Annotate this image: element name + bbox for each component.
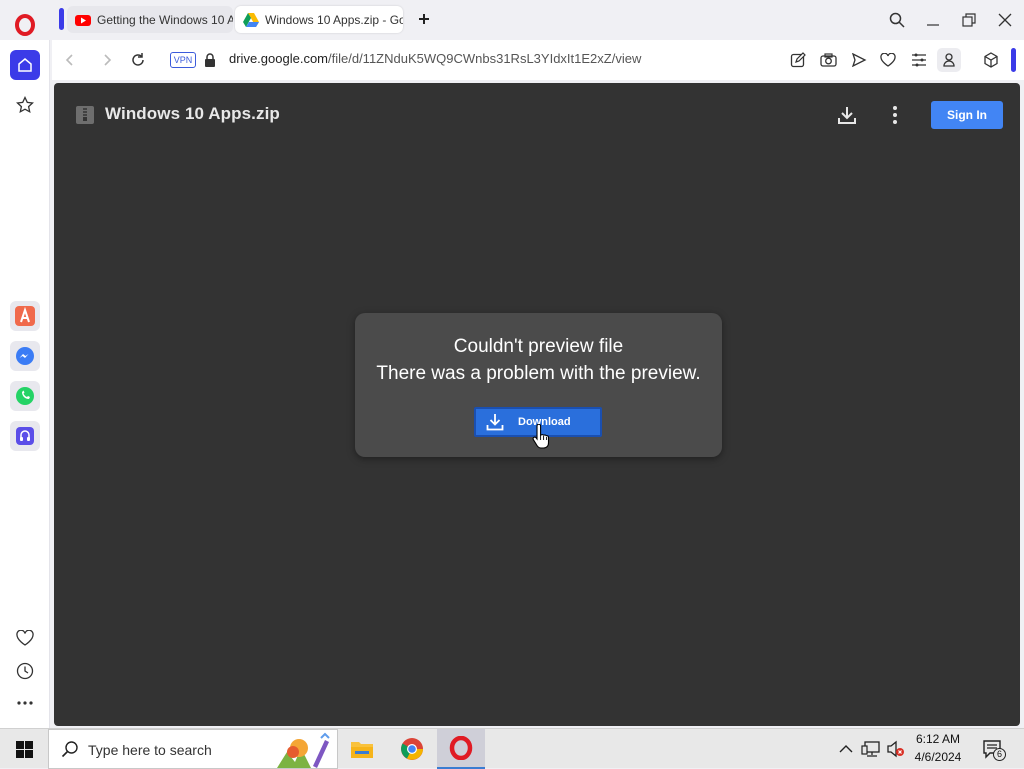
- send-icon[interactable]: [851, 53, 867, 67]
- tab-google-drive[interactable]: Windows 10 Apps.zip - Go: [235, 6, 403, 33]
- sign-in-button[interactable]: Sign In: [931, 101, 1003, 129]
- url-field[interactable]: drive.google.com/file/d/11ZNduK5WQ9CWnbs…: [229, 51, 641, 66]
- search-placeholder: Type here to search: [88, 742, 212, 758]
- messenger-icon[interactable]: [10, 341, 40, 371]
- music-icon[interactable]: [10, 421, 40, 451]
- zip-file-icon: [76, 106, 94, 124]
- download-icon[interactable]: [837, 105, 857, 125]
- taskbar-clock-time[interactable]: 6:12 AM: [908, 732, 968, 746]
- vpn-badge[interactable]: VPN: [170, 52, 196, 68]
- lock-icon[interactable]: [204, 53, 216, 67]
- aria-icon[interactable]: [10, 301, 40, 331]
- chrome-icon[interactable]: [388, 729, 436, 769]
- browser-sidebar: [0, 40, 50, 728]
- history-icon[interactable]: [10, 656, 40, 686]
- toolbar-accent-bar: [1011, 48, 1016, 72]
- opera-icon[interactable]: [437, 729, 485, 769]
- minimize-icon[interactable]: [921, 8, 945, 32]
- volume-muted-icon[interactable]: [886, 740, 906, 758]
- tab-youtube[interactable]: Getting the Windows 10 A: [67, 6, 233, 33]
- more-icon[interactable]: [10, 688, 40, 718]
- preview-error-title: Couldn't preview file: [453, 336, 624, 357]
- opera-logo[interactable]: [14, 14, 36, 36]
- whatsapp-icon[interactable]: [10, 381, 40, 411]
- edit-icon[interactable]: [790, 52, 806, 68]
- browser-titlebar: Getting the Windows 10 A Windows 10 Apps…: [0, 0, 1024, 40]
- chevron-up-icon[interactable]: [838, 742, 854, 756]
- star-icon[interactable]: [10, 90, 40, 120]
- notifications-icon[interactable]: 6: [982, 739, 1006, 761]
- back-icon[interactable]: [60, 50, 80, 70]
- home-icon[interactable]: [10, 50, 40, 80]
- notification-count-badge: 6: [993, 748, 1006, 761]
- heart-icon[interactable]: [10, 623, 40, 653]
- menu-icon[interactable]: [911, 53, 927, 67]
- url-domain: drive.google.com: [229, 51, 328, 66]
- google-drive-icon: [243, 12, 259, 28]
- forward-icon[interactable]: [97, 50, 117, 70]
- download-icon: [486, 413, 504, 431]
- plus-icon[interactable]: [416, 11, 432, 27]
- close-icon[interactable]: [993, 8, 1017, 32]
- taskbar-clock-date[interactable]: 4/6/2024: [908, 750, 968, 764]
- search-tabs-icon[interactable]: [885, 8, 909, 32]
- more-options-icon[interactable]: [888, 105, 902, 125]
- heart-icon[interactable]: [880, 53, 896, 67]
- tab-title: Getting the Windows 10 A: [97, 12, 233, 27]
- url-path: /file/d/11ZNduK5WQ9CWnbs31RsL3YIdxIt1E2x…: [328, 51, 642, 66]
- taskbar-search-input[interactable]: Type here to search: [48, 729, 338, 769]
- file-explorer-icon[interactable]: [338, 729, 386, 769]
- preview-error-message: There was a problem with the preview.: [376, 363, 701, 384]
- tab-title: Windows 10 Apps.zip - Go: [265, 12, 403, 27]
- file-name-title: Windows 10 Apps.zip: [105, 104, 280, 123]
- profile-icon[interactable]: [937, 48, 961, 72]
- tab-group-indicator: [59, 8, 64, 30]
- windows-start-icon[interactable]: [0, 729, 48, 769]
- camera-icon[interactable]: [820, 52, 837, 68]
- mouse-cursor-hand-icon: [532, 424, 550, 450]
- restore-icon[interactable]: [957, 8, 981, 32]
- youtube-icon: [75, 12, 91, 28]
- windows-taskbar: Type here to search 6:12 AM 4/6/2024 6: [0, 728, 1024, 769]
- search-highlight-illustration-icon: [269, 732, 337, 768]
- reload-icon[interactable]: [128, 50, 148, 70]
- network-icon[interactable]: [861, 740, 881, 758]
- search-icon: [61, 740, 79, 758]
- extensions-icon[interactable]: [983, 52, 999, 68]
